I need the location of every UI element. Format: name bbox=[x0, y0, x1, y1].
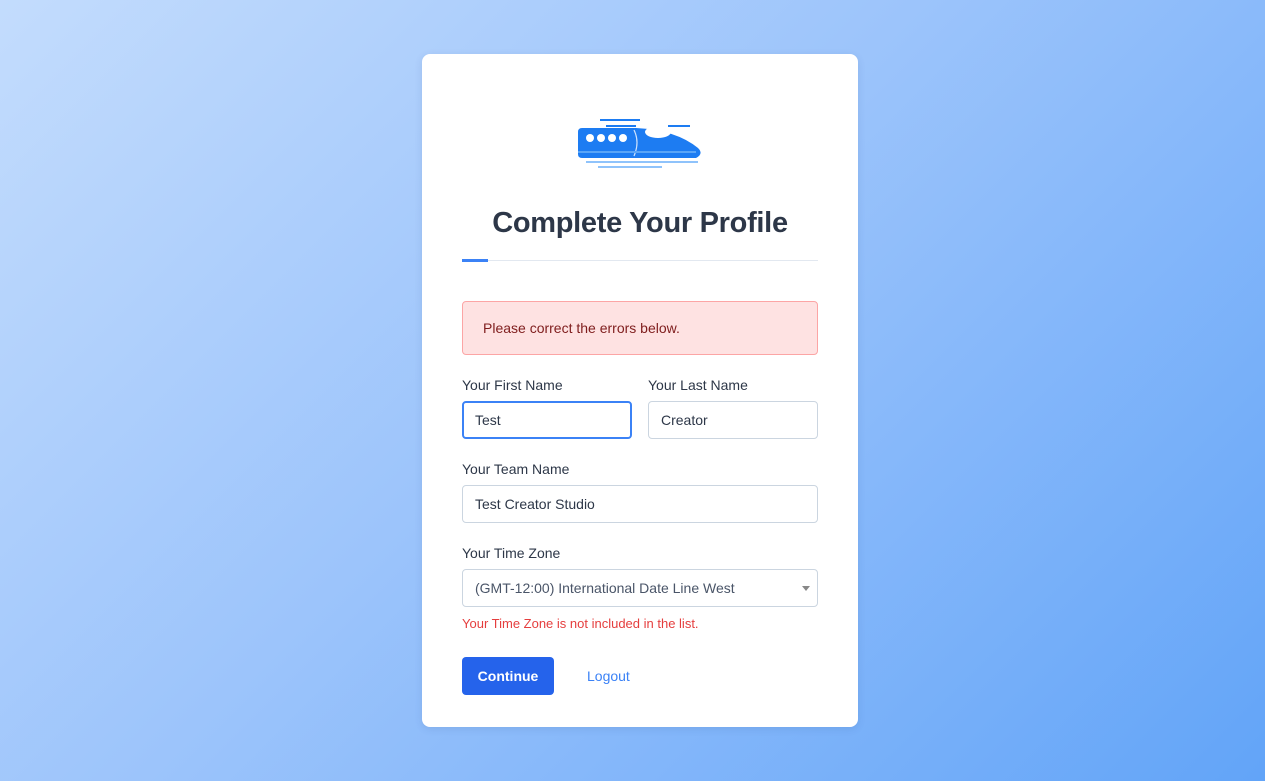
time-zone-label: Your Time Zone bbox=[462, 545, 561, 561]
team-name-field[interactable] bbox=[462, 485, 818, 523]
page-title: Complete Your Profile bbox=[492, 207, 788, 239]
logout-link[interactable]: Logout bbox=[587, 668, 630, 684]
time-zone-error: Your Time Zone is not included in the li… bbox=[462, 616, 699, 631]
time-zone-select[interactable]: (GMT-12:00) International Date Line West bbox=[462, 569, 818, 607]
team-name-label: Your Team Name bbox=[462, 461, 570, 477]
error-alert-message: Please correct the errors below. bbox=[483, 320, 680, 336]
bullet-train-logo-icon bbox=[576, 116, 706, 176]
first-name-label: Your First Name bbox=[462, 377, 563, 393]
last-name-label: Your Last Name bbox=[648, 377, 748, 393]
chevron-down-icon bbox=[802, 586, 810, 591]
profile-card: Complete Your Profile Please correct the… bbox=[422, 54, 858, 727]
last-name-field[interactable] bbox=[648, 401, 818, 439]
error-alert: Please correct the errors below. bbox=[462, 301, 818, 355]
divider bbox=[462, 260, 818, 261]
continue-button[interactable]: Continue bbox=[462, 657, 554, 695]
time-zone-selected-value: (GMT-12:00) International Date Line West bbox=[475, 580, 735, 596]
first-name-field[interactable] bbox=[462, 401, 632, 439]
divider-accent bbox=[462, 259, 488, 262]
